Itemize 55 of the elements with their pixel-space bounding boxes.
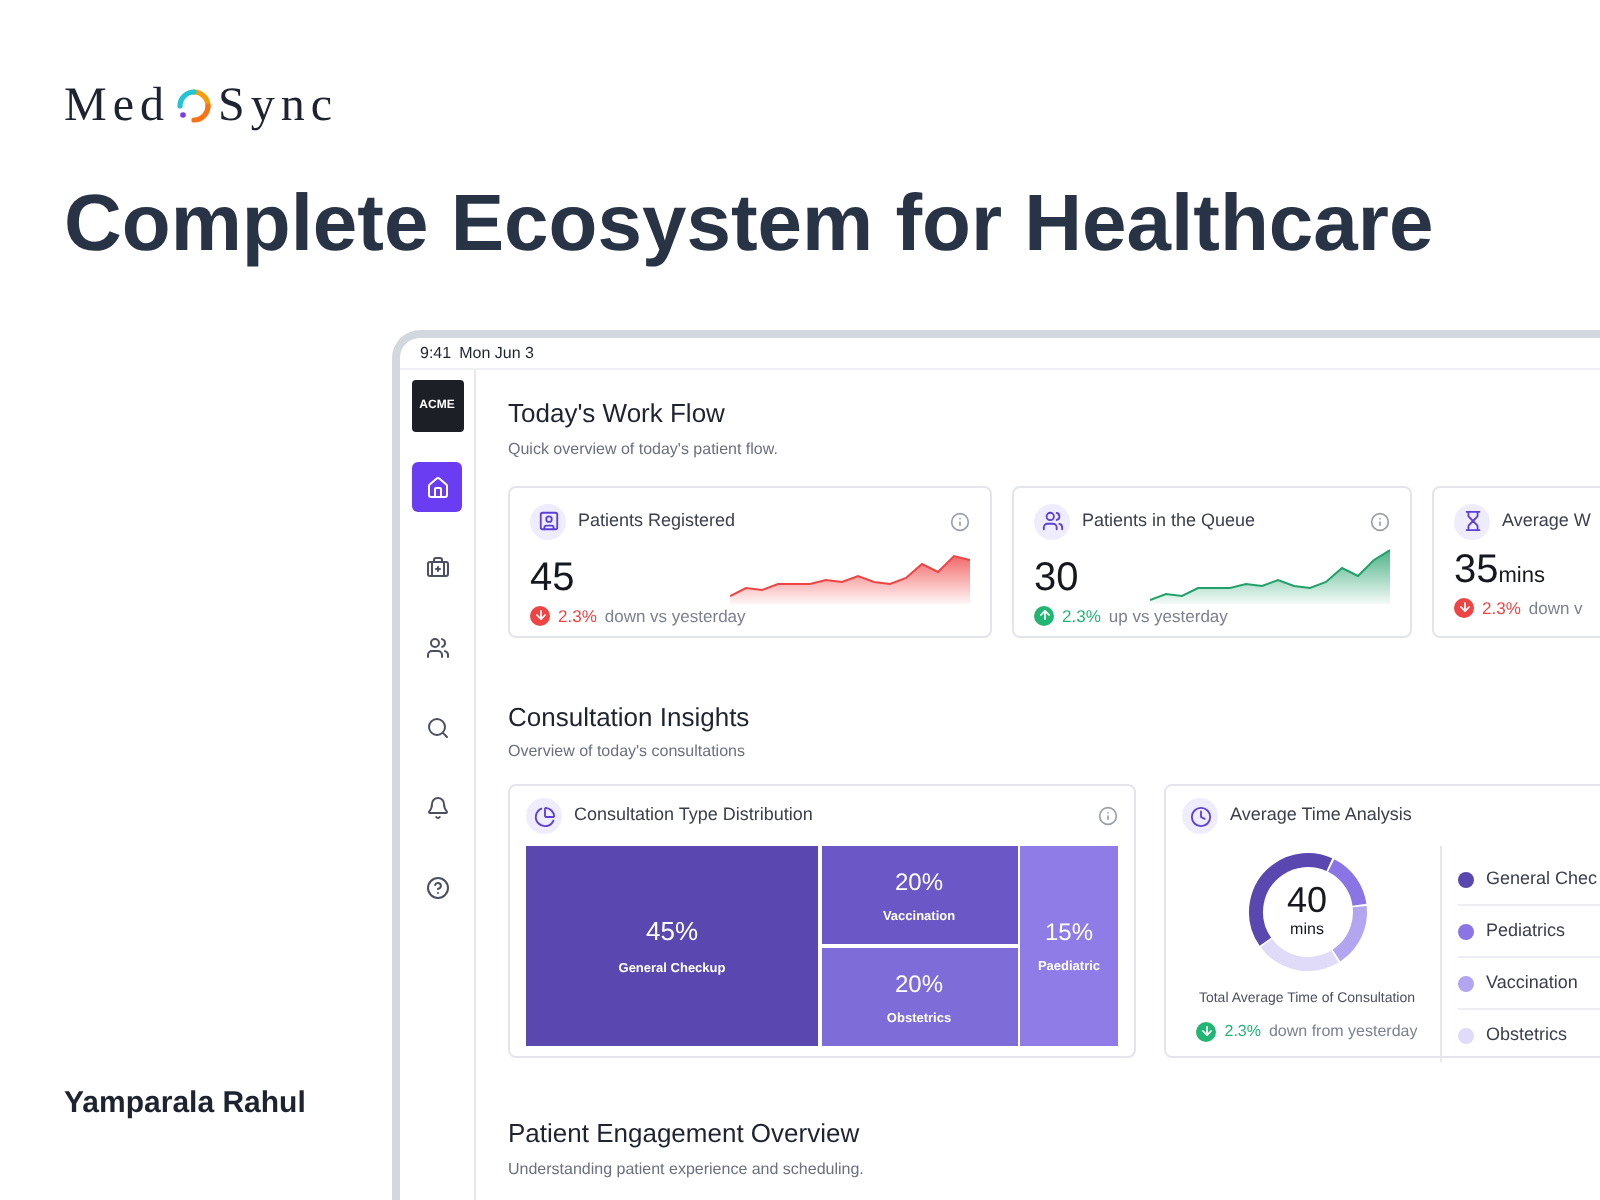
medical-kit-icon xyxy=(425,555,449,579)
brand-name: Sync xyxy=(218,80,338,132)
info-icon[interactable] xyxy=(1370,511,1390,531)
section-title: Consultation Insights xyxy=(508,699,752,736)
average-unit: mins xyxy=(1290,918,1324,942)
change-value: 2.3% xyxy=(1224,1019,1261,1043)
change-value: 2.3% xyxy=(1482,595,1521,621)
card-title: Average Time Analysis xyxy=(1230,802,1412,829)
hourglass-icon xyxy=(1454,503,1490,539)
tile-value: 20% xyxy=(894,865,944,900)
section-subtitle: Overview of today's consultations xyxy=(508,740,747,764)
change-text: up vs yesterday xyxy=(1108,603,1228,629)
change-text: down from yesterday xyxy=(1268,1019,1418,1043)
tile-value: 15% xyxy=(1044,916,1094,951)
help-icon xyxy=(425,875,449,899)
metric-unit: mins xyxy=(1498,561,1545,591)
average-value: 40 xyxy=(1286,882,1328,918)
section-subtitle: Understanding patient experience and scheduling. xyxy=(508,1157,866,1181)
brand-name: Med xyxy=(64,80,170,132)
legend-label: Obstetrics xyxy=(1486,1022,1568,1049)
tile-value: 20% xyxy=(894,967,944,1001)
change-text: down vs yesterday xyxy=(604,603,746,629)
status-time: 9:41 xyxy=(420,341,452,365)
metric-value: 45 xyxy=(530,553,575,603)
metric-value: 35 xyxy=(1454,545,1499,595)
legend-label: Pediatrics xyxy=(1486,917,1566,944)
pie-chart-icon xyxy=(526,798,562,834)
user-card-icon xyxy=(530,503,566,539)
sync-logo-icon xyxy=(176,88,212,124)
sidebar-button[interactable] xyxy=(412,462,462,512)
section-title: Today's Work Flow xyxy=(508,396,727,432)
metric-title: Average W xyxy=(1502,507,1591,534)
tile-value: 45% xyxy=(645,914,699,951)
bell-icon xyxy=(425,795,449,819)
metric-title: Patients in the Queue xyxy=(1082,507,1256,534)
metric-title: Patients Registered xyxy=(578,507,736,534)
home-icon xyxy=(425,475,449,499)
info-icon[interactable] xyxy=(950,511,970,531)
change-value: 2.3% xyxy=(558,603,597,629)
section-title: Patient Engagement Overview xyxy=(508,1116,862,1152)
legend-label: General Chec xyxy=(1486,865,1598,892)
status-date: Mon Jun 3 xyxy=(459,341,534,365)
headline: Complete Ecosystem for Healthcare xyxy=(64,178,1436,272)
card-title: Consultation Type Distribution xyxy=(574,802,813,829)
change-value: 2.3% xyxy=(1062,603,1101,629)
change-text: down v xyxy=(1528,595,1583,621)
info-icon[interactable] xyxy=(1098,806,1118,826)
people-icon xyxy=(1034,503,1070,539)
clock-icon xyxy=(1182,798,1218,834)
people-icon xyxy=(425,635,449,659)
metric-value: 30 xyxy=(1034,553,1079,603)
section-subtitle: Quick overview of today's patient flow. xyxy=(508,437,780,461)
author-name: Yamparala Rahul xyxy=(64,1084,308,1124)
legend-label: Vaccination xyxy=(1486,969,1578,996)
search-icon xyxy=(425,715,449,739)
